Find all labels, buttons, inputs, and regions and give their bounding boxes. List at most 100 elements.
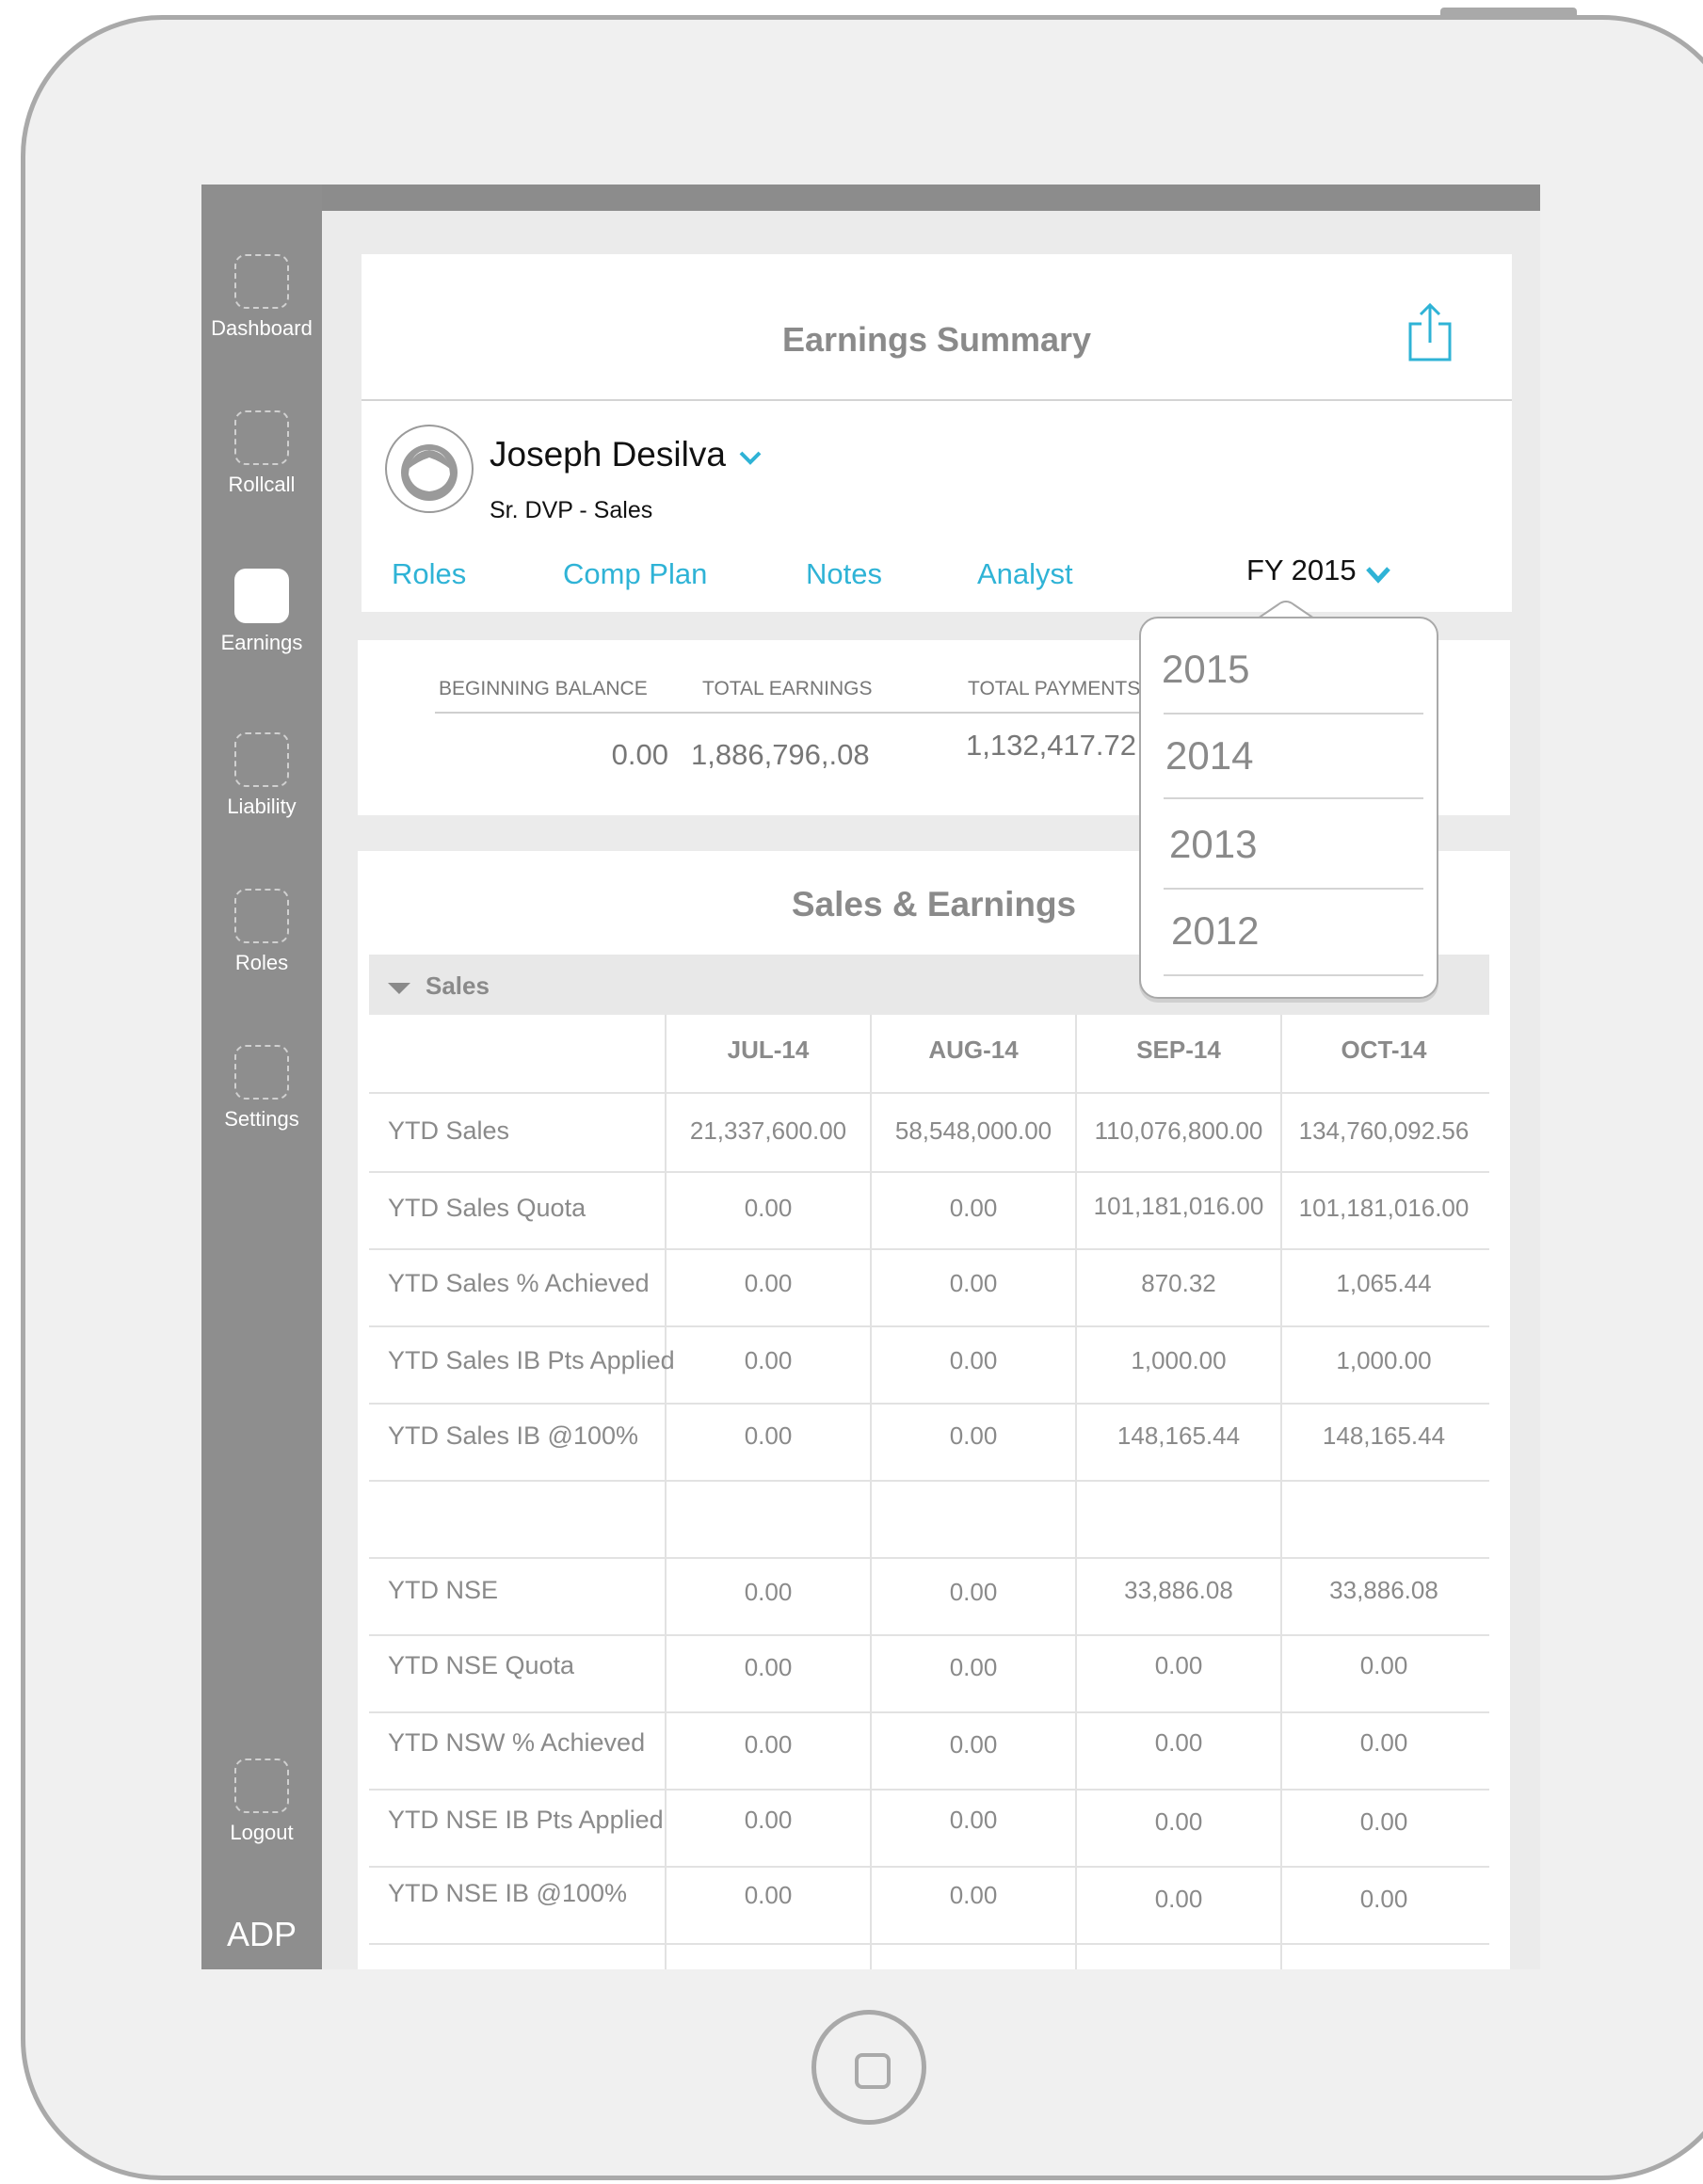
row-divider [369,1557,1489,1559]
beginning-balance-header: BEGINNING BALANCE [439,678,648,699]
header-divider [361,399,1512,401]
table-cell: 134,760,092.56 [1298,1116,1470,1145]
tab-comp-plan[interactable]: Comp Plan [563,557,707,591]
settings-icon [234,1045,289,1100]
row-divider [369,1092,1489,1094]
table-cell: 58,548,000.00 [894,1116,1052,1145]
table-cell: 0.00 [744,1421,793,1450]
total-payments-value: 1,132,417.72 [966,729,1137,762]
row-divider [369,1403,1489,1405]
table-cell: 0.00 [744,1881,793,1909]
row-label: YTD Sales % Achieved [388,1269,650,1297]
app-screen: Dashboard Rollcall Earnings Liability Ro… [201,185,1540,1969]
adp-logo: ADP [226,1915,297,1953]
table-cell: 0.00 [744,1346,793,1374]
table-cell: 0.00 [1359,1651,1408,1679]
fiscal-year-label: FY 2015 [1246,554,1357,586]
column-header: OCT-14 [1341,1036,1427,1064]
table-cell: 0.00 [949,1881,998,1909]
share-icon[interactable] [1405,301,1455,363]
tab-analyst[interactable]: Analyst [977,557,1073,591]
sidebar-item-label: Earnings [220,631,303,654]
dropdown-divider [1164,974,1423,976]
section-label: Sales [426,972,490,1000]
total-earnings-value: 1,886,796,.08 [691,738,870,771]
fiscal-year-dropdown: 2015 2014 2013 2012 [1139,617,1438,999]
table-cell: 1,065.44 [1336,1269,1432,1297]
table-cell: 0.00 [1359,1728,1408,1757]
row-divider [369,1789,1489,1791]
dropdown-divider [1164,888,1423,890]
chevron-down-icon [1365,565,1391,584]
row-label: YTD NSE [388,1576,499,1604]
row-divider [369,1711,1489,1713]
sidebar-item-dashboard[interactable]: Dashboard [201,254,322,341]
sidebar-item-label: Logout [230,1821,294,1844]
roles-icon [234,889,289,943]
earnings-header-panel: Earnings Summary Joseph Desilva Sr. DVP … [361,254,1512,612]
dropdown-divider [1164,713,1423,715]
table-cell: 1,000.00 [1131,1346,1227,1374]
column-header: JUL-14 [727,1036,810,1064]
tab-roles[interactable]: Roles [392,557,466,591]
fiscal-year-option[interactable]: 2015 [1162,647,1425,692]
row-divider [369,1248,1489,1250]
sidebar-item-rollcall[interactable]: Rollcall [201,410,322,497]
table-cell: 101,181,016.00 [1093,1192,1264,1220]
fiscal-year-option[interactable]: 2013 [1169,822,1433,867]
table-cell: 0.00 [949,1194,998,1222]
column-header: AUG-14 [928,1036,1019,1064]
sidebar-item-settings[interactable]: Settings [201,1045,322,1132]
table-cell: 33,886.08 [1329,1576,1438,1604]
fiscal-year-option[interactable]: 2014 [1165,733,1429,779]
row-label: YTD Sales Quota [388,1194,586,1222]
fiscal-year-option[interactable]: 2012 [1171,908,1435,954]
fiscal-year-selector[interactable]: FY 2015 [1246,554,1390,587]
sales-earnings-panel: Sales & Earnings Sales JUL-14 AUG-14 SEP… [358,851,1510,1969]
dashboard-icon [234,254,289,309]
sidebar-item-roles[interactable]: Roles [201,889,322,975]
row-divider [369,1866,1489,1868]
row-divider [369,1480,1489,1482]
sidebar-item-label: Roles [234,951,289,974]
table-cell: 0.00 [1154,1728,1203,1757]
table-cell: 0.00 [1154,1807,1203,1836]
column-header: SEP-14 [1136,1036,1221,1064]
tablet-power-button [1440,8,1577,17]
row-label: YTD NSE IB Pts Applied [388,1806,664,1834]
table-cell: 101,181,016.00 [1298,1194,1470,1222]
row-label: YTD Sales IB Pts Applied [388,1346,675,1374]
sidebar-item-logout[interactable]: Logout [201,1758,322,1845]
total-payments-header: TOTAL PAYMENTS [968,678,1141,699]
beginning-balance-value: 0.00 [611,738,668,771]
table-cell: 148,165.44 [1117,1421,1241,1450]
row-divider [369,1943,1489,1945]
home-button[interactable] [811,2010,926,2125]
table-cell: 0.00 [744,1653,793,1681]
dropdown-divider [1164,797,1423,799]
table-cell: 0.00 [744,1730,793,1758]
table-cell: 0.00 [1154,1651,1203,1679]
sidebar-item-earnings[interactable]: Earnings [201,569,322,655]
row-label: YTD Sales IB @100% [388,1421,639,1450]
avatar [384,424,474,514]
chevron-down-icon[interactable] [738,448,763,467]
page-title: Earnings Summary [781,320,1092,359]
tab-notes[interactable]: Notes [806,557,882,591]
sidebar: Dashboard Rollcall Earnings Liability Ro… [201,185,322,1969]
table-cell: 0.00 [949,1421,998,1450]
earnings-icon [234,569,289,623]
table-cell: 21,337,600.00 [689,1116,847,1145]
user-role: Sr. DVP - Sales [490,497,653,523]
sidebar-item-label: Dashboard [211,316,313,340]
status-bar [201,185,1540,211]
table-cell: 0.00 [949,1730,998,1758]
table-cell: 870.32 [1141,1269,1216,1297]
sidebar-item-label: Liability [227,795,297,818]
sidebar-item-liability[interactable]: Liability [201,732,322,819]
table-cell: 110,076,800.00 [1094,1116,1263,1145]
row-divider [369,1325,1489,1327]
table-cell: 0.00 [1154,1885,1203,1913]
table-cell: 148,165.44 [1322,1421,1446,1450]
table-cell: 0.00 [949,1346,998,1374]
